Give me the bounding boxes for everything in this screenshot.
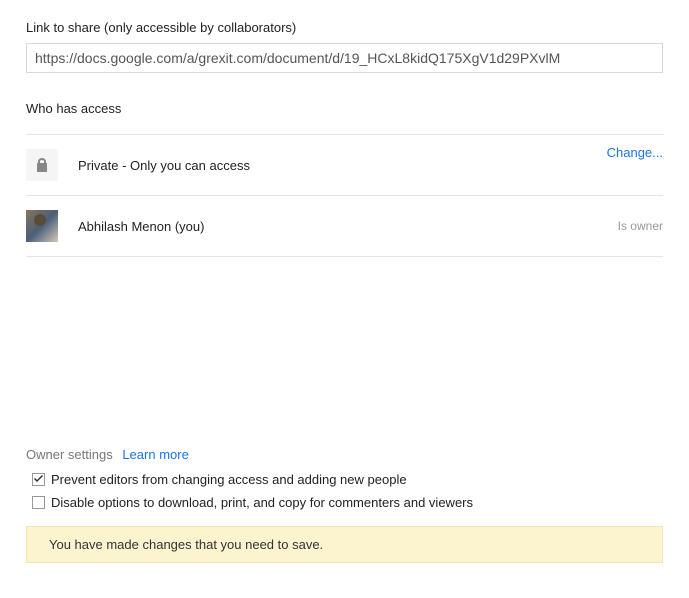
link-share-label: Link to share (only accessible by collab… <box>26 20 663 35</box>
disable-download-label: Disable options to download, print, and … <box>51 495 473 510</box>
learn-more-link[interactable]: Learn more <box>122 447 188 462</box>
owner-settings-label-row: Owner settings Learn more <box>26 447 663 462</box>
privacy-row: Private - Only you can access Change... <box>26 134 663 196</box>
owner-badge: Is owner <box>618 219 663 233</box>
prevent-editors-row: Prevent editors from changing access and… <box>32 472 663 487</box>
privacy-text: Private - Only you can access <box>78 158 607 173</box>
disable-download-row: Disable options to download, print, and … <box>32 495 663 510</box>
avatar <box>26 210 58 242</box>
url-input-container <box>26 43 663 73</box>
prevent-editors-checkbox[interactable] <box>32 473 45 486</box>
share-url-input[interactable] <box>26 43 663 73</box>
lock-icon <box>26 149 58 181</box>
prevent-editors-label: Prevent editors from changing access and… <box>51 472 407 487</box>
user-name: Abhilash Menon (you) <box>78 219 618 234</box>
user-row: Abhilash Menon (you) Is owner <box>26 196 663 257</box>
save-notice: You have made changes that you need to s… <box>26 526 663 563</box>
who-has-access-heading: Who has access <box>26 101 663 116</box>
disable-download-checkbox[interactable] <box>32 496 45 509</box>
change-link[interactable]: Change... <box>607 145 663 160</box>
owner-settings-label: Owner settings <box>26 447 113 462</box>
